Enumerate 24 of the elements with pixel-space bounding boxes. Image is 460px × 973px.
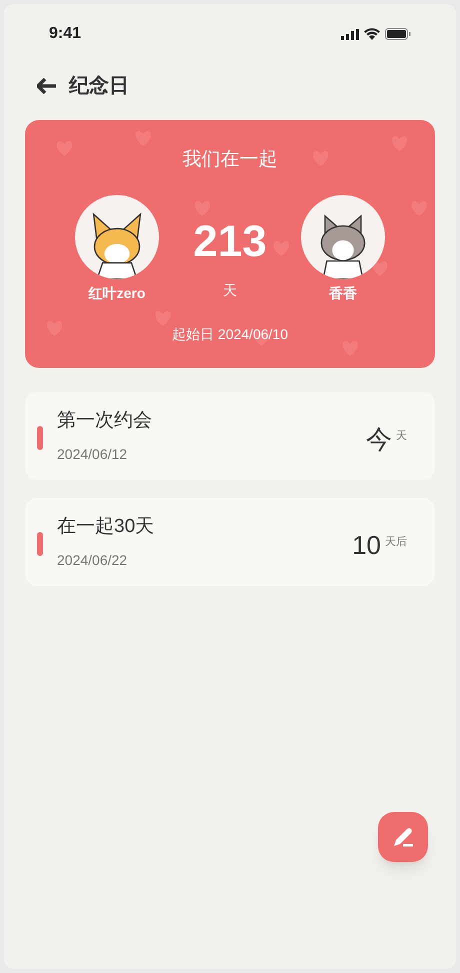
battery-icon <box>385 28 411 40</box>
accent-bar <box>37 532 43 556</box>
event-count: 今 <box>366 426 392 452</box>
back-button[interactable] <box>37 78 57 94</box>
page-title: 纪念日 <box>69 74 129 99</box>
edit-button[interactable] <box>378 812 428 862</box>
event-date: 2024/06/12 <box>57 444 128 464</box>
event-unit: 天 <box>396 429 407 444</box>
person-name: 红叶zero <box>88 284 146 302</box>
day-count: 213 <box>193 220 267 264</box>
signal-icon <box>341 28 359 40</box>
event-title: 第一次约会 <box>57 409 153 434</box>
event-unit: 天后 <box>385 535 407 550</box>
status-time: 9:41 <box>49 24 82 44</box>
person-name: 香香 <box>329 284 357 302</box>
event-title: 在一起30天 <box>57 515 156 540</box>
pencil-icon <box>391 825 415 849</box>
event-date: 2024/06/22 <box>57 550 128 570</box>
wifi-icon <box>364 28 380 40</box>
day-unit: 天 <box>223 281 237 300</box>
event-count: 10 <box>352 532 381 558</box>
start-date: 起始日 2024/06/10 <box>172 324 288 344</box>
accent-bar <box>37 426 43 450</box>
card-title: 我们在一起 <box>182 148 278 172</box>
